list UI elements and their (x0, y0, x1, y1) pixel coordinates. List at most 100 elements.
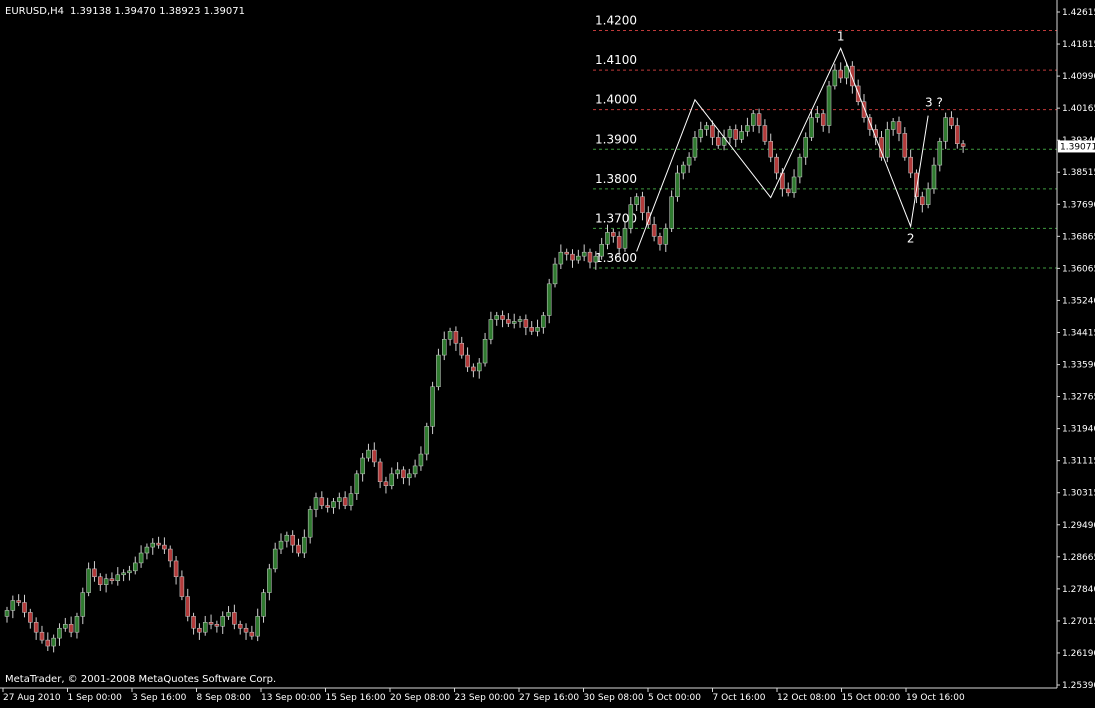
candle-body-61 (360, 457, 365, 475)
candle-body-78 (459, 342, 464, 356)
candle-body-164 (960, 143, 966, 147)
candle-body-38 (226, 612, 231, 617)
candle-body-14 (86, 568, 91, 593)
candle-body-125 (733, 129, 738, 140)
candle-body-13 (80, 592, 86, 617)
candle-body-57 (337, 497, 342, 502)
candle-body-24 (144, 546, 150, 554)
chart-canvas[interactable]: 1.42001.41001.40001.39001.38001.37001.36… (0, 0, 1095, 704)
candle-body-77 (453, 331, 459, 344)
candle-body-89 (523, 319, 529, 328)
candle-body-62 (366, 449, 371, 459)
candle-body-108 (634, 196, 639, 205)
x-tick-label-4: 13 Sep 00:00 (261, 693, 321, 703)
price-chart[interactable]: 1.4200 1.4100 1.4000 1.3900 1.3800 1.3700 1.36… (0, 0, 1095, 704)
x-tick-label-0: 27 Aug 2010 (3, 693, 61, 703)
candle-body-134 (785, 188, 791, 194)
candle-body-74 (436, 354, 441, 388)
candle-body-141 (826, 85, 832, 126)
candle-body-87 (511, 321, 517, 324)
ohlc-readout: 1.39138 1.39470 1.38923 1.39071 (70, 6, 245, 17)
candle-body-120 (704, 125, 709, 130)
candle-body-161 (943, 117, 948, 142)
candle-body-8 (51, 637, 56, 647)
x-tick-label-6: 20 Sep 08:00 (390, 693, 450, 703)
candle-body-72 (424, 426, 430, 455)
candle-body-81 (476, 362, 482, 372)
candle-body-107 (628, 204, 634, 229)
candle-body-76 (447, 331, 453, 340)
candle-body-156 (914, 172, 919, 198)
candle-body-46 (272, 548, 278, 570)
candle-body-11 (68, 624, 74, 633)
candle-body-115 (675, 172, 680, 198)
candle-body-159 (931, 164, 937, 190)
x-tick-label-3: 8 Sep 08:00 (197, 693, 252, 703)
candle-body-145 (850, 65, 855, 87)
candle-body-163 (955, 125, 960, 144)
candle-body-53 (313, 497, 319, 510)
x-tick-label-11: 7 Oct 16:00 (713, 693, 766, 703)
candle-body-70 (412, 465, 418, 475)
candle-body-157 (920, 196, 925, 205)
candle-body-41 (243, 627, 249, 633)
y-tick-label-1: 1.41815 (1062, 40, 1095, 50)
candle-body-91 (535, 327, 540, 332)
y-tick-label-7: 1.36865 (1062, 232, 1095, 242)
y-tick-label-2: 1.40990 (1062, 72, 1095, 82)
candle-body-3 (22, 602, 27, 613)
candle-body-25 (150, 542, 155, 548)
candle-body-122 (716, 137, 721, 146)
candle-body-121 (710, 125, 715, 138)
candle-body-103 (605, 232, 610, 245)
candle-body-1 (10, 600, 16, 611)
candle-body-42 (249, 631, 255, 637)
candle-body-2 (16, 600, 21, 603)
y-tick-label-13: 1.31940 (1062, 425, 1095, 435)
candle-body-49 (290, 534, 295, 546)
candle-body-154 (902, 133, 908, 158)
candle-body-138 (809, 117, 814, 138)
current-price-label: 1.39071 (1060, 142, 1095, 152)
candle-body-135 (791, 176, 797, 194)
y-tick-label-0: 1.42615 (1062, 8, 1095, 18)
candle-body-132 (774, 156, 779, 174)
candle-body-119 (698, 129, 704, 138)
candle-body-153 (896, 121, 902, 134)
candle-body-118 (692, 137, 698, 158)
candle-body-58 (342, 497, 348, 506)
x-tick-label-8: 27 Sep 16:00 (519, 693, 579, 703)
candle-body-66 (389, 473, 395, 486)
candle-body-33 (197, 627, 202, 633)
x-tick-label-10: 5 Oct 00:00 (648, 693, 701, 703)
level-label-4: 1.3800 (595, 172, 637, 186)
candle-body-143 (838, 69, 843, 79)
candle-body-50 (296, 544, 301, 554)
x-tick-label-5: 15 Sep 16:00 (326, 693, 386, 703)
candle-body-59 (348, 493, 354, 506)
candle-body-127 (745, 125, 750, 132)
candle-body-80 (471, 366, 476, 372)
candle-body-129 (756, 113, 762, 126)
candle-body-160 (937, 141, 943, 166)
candle-body-155 (908, 156, 913, 174)
y-tick-label-19: 1.27015 (1062, 617, 1095, 627)
candle-body-90 (529, 327, 534, 332)
candle-body-23 (138, 552, 144, 564)
candle-body-95 (558, 251, 564, 265)
candle-body-34 (202, 622, 208, 633)
y-tick-label-18: 1.27840 (1062, 585, 1095, 595)
wave-label-0: 1 (837, 29, 845, 43)
x-tick-label-9: 30 Sep 08:00 (584, 693, 644, 703)
candle-body-117 (686, 156, 692, 166)
level-label-0: 1.4200 (595, 14, 637, 28)
candle-body-100 (587, 251, 593, 263)
candle-body-9 (57, 627, 62, 639)
candle-body-104 (611, 232, 616, 237)
candle-body-126 (739, 131, 744, 140)
candle-body-21 (127, 570, 132, 574)
candle-body-83 (488, 319, 494, 340)
candle-body-75 (442, 339, 447, 356)
y-tick-label-11: 1.33590 (1062, 361, 1095, 371)
candle-body-79 (465, 354, 470, 368)
